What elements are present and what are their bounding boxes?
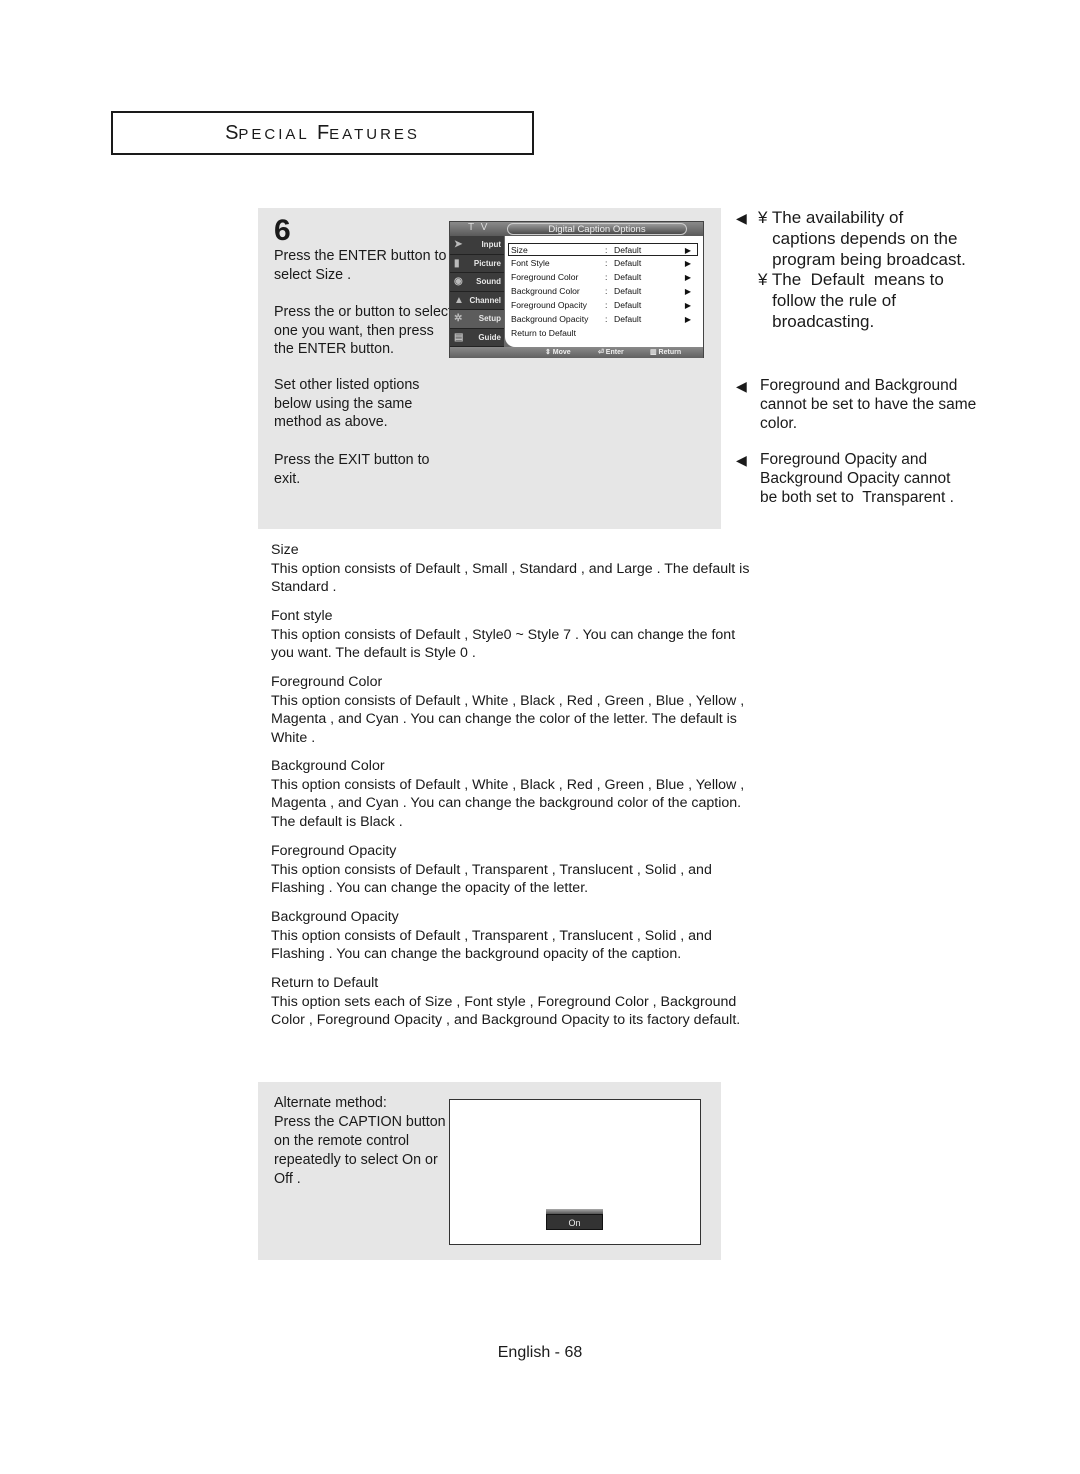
input-icon: ➤ [454,239,463,250]
caption-status: On [546,1214,603,1230]
note-opacity-text: Foreground Opacity and Background Opacit… [760,451,954,506]
section-title: Special Features [225,121,420,144]
osd-sidebar-item-input[interactable]: ➤ Input [450,236,504,255]
note-color-text: Foreground and Background cannot be set … [760,377,977,432]
move-hint: ⇕ Move [545,349,571,356]
setup-icon: ✲ [454,313,463,324]
arrow-left-icon: ◀ [736,452,747,468]
desc-title: Font style [271,608,333,624]
desc-background-color: Background Color This option consists of… [271,757,751,831]
osd-option-foreground-color[interactable]: Foreground Color: Default ▶ [509,271,697,284]
sound-icon: ◉ [454,276,463,287]
osd-tv-label: T V [468,222,490,233]
osd-sidebar-item-picture[interactable]: ▮ Picture [450,255,504,273]
chevron-right-icon: ▶ [684,246,691,255]
channel-icon: ▲ [454,294,464,306]
osd-option-size[interactable]: Size: Default ▶ [508,243,698,256]
desc-body: This option consists of Default , Style0… [271,626,736,662]
osd-title-bar: T V Digital Caption Options [450,222,703,236]
step-instruction-3: Set other listed options below using the… [274,377,420,430]
guide-icon: ▤ [454,331,464,343]
picture-icon: ▮ [454,257,460,269]
osd-option-return-to-default[interactable]: Return to Default [509,327,697,340]
osd-footer-hints: ⇕ Move ⏎ Enter ▥ Return [450,347,703,358]
tv-osd-screen: T V Digital Caption Options ➤ Input ▮ Pict… [449,221,704,358]
arrow-left-icon: ◀ [736,210,747,226]
step-instruction-4: Press the EXIT button to exit. [274,452,430,487]
osd-option-background-color[interactable]: Background Color: Default ▶ [509,285,697,298]
note-availability-text: ¥ The availability of captions depends o… [758,208,966,269]
osd-sidebar-item-guide[interactable]: ▤ Guide [450,329,504,347]
osd-sidebar-item-setup[interactable]: ✲ Setup [450,310,504,329]
chevron-right-icon: ▶ [684,301,691,310]
page-number: English - 68 [497,1344,583,1361]
osd-menu-title: Digital Caption Options [507,223,687,235]
desc-title: Background Opacity [271,909,399,925]
chevron-right-icon: ▶ [684,259,691,268]
osd-option-foreground-opacity[interactable]: Foreground Opacity: Default ▶ [509,299,697,312]
desc-foreground-opacity: Foreground Opacity This option consists … [271,842,751,898]
desc-size: Size This option consists of Default , S… [271,541,751,597]
osd-option-background-opacity[interactable]: Background Opacity: Default ▶ [509,313,697,326]
desc-title: Return to Default [271,975,379,991]
desc-title: Foreground Opacity [271,843,397,859]
desc-body: This option consists of Default , Transp… [271,927,712,963]
desc-body: This option consists of Default , White … [271,692,745,746]
alternate-method-text: Alternate method: Press the CAPTION butt… [274,1095,446,1187]
enter-hint: ⏎ Enter [598,349,624,356]
osd-option-font-style[interactable]: Font Style: Default ▶ [509,257,697,270]
desc-body: This option consists of Default , Small … [271,560,750,596]
desc-title: Size [271,542,299,558]
step-instruction-1: Press the ENTER button to select Size . [274,248,447,283]
caption-on-badge: On [546,1209,603,1232]
desc-background-opacity: Background Opacity This option consists … [271,908,751,964]
step-number: 6 [274,214,291,247]
desc-return-to-default: Return to Default This option sets each … [271,974,751,1030]
chevron-right-icon: ▶ [684,273,691,282]
arrow-left-icon: ◀ [736,378,747,394]
desc-body: This option sets each of Size , Font sty… [271,993,741,1029]
osd-options-list: Size: Default ▶ Font Style: Default ▶ Foregr… [505,236,703,347]
desc-body: This option consists of Default , Transp… [271,861,712,897]
desc-body: This option consists of Default , White … [271,776,745,830]
return-hint: ▥ Return [650,349,682,356]
step-instruction-2: Press the or button to select one you wa… [274,304,453,357]
osd-sidebar-item-channel[interactable]: ▲ Channel [450,292,504,310]
chevron-right-icon: ▶ [684,287,691,296]
desc-title: Background Color [271,758,385,774]
osd-sidebar-item-sound[interactable]: ◉ Sound [450,273,504,292]
desc-foreground-color: Foreground Color This option consists of… [271,673,751,747]
alternate-method-panel: Alternate method: Press the CAPTION butt… [258,1082,721,1260]
desc-font-style: Font style This option consists of Defau… [271,607,751,663]
tv-screen-preview: On [449,1099,701,1245]
section-header: Special Features [111,111,534,155]
desc-title: Foreground Color [271,674,383,690]
chevron-right-icon: ▶ [684,315,691,324]
osd-sidebar: ➤ Input ▮ Picture ◉ Sound ▲ Channel ✲ Setup ▤… [450,236,504,347]
note-default-text: ¥ The Default means to follow the rule o… [758,270,944,331]
